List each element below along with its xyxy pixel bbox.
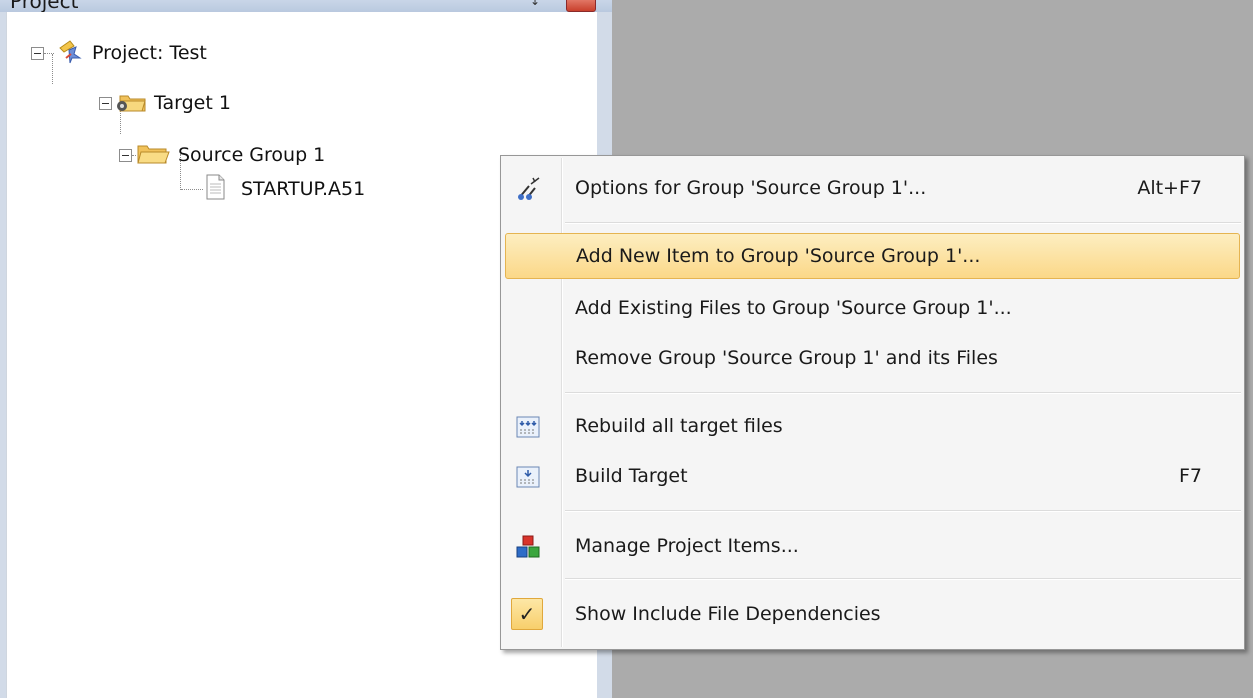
tree-item-label: Project: Test bbox=[92, 42, 207, 64]
menu-item-label: Rebuild all target files bbox=[575, 415, 783, 437]
target-folder-icon bbox=[114, 88, 148, 119]
menu-item-show-include-dependencies[interactable]: ✓ Show Include File Dependencies bbox=[503, 590, 1242, 638]
menu-item-label: Add Existing Files to Group 'Source Grou… bbox=[575, 297, 1012, 319]
menu-item-label: Show Include File Dependencies bbox=[575, 603, 881, 625]
tree-item-project[interactable]: Project: Test bbox=[31, 38, 207, 68]
menu-item-build-target[interactable]: Build Target F7 bbox=[503, 452, 1242, 500]
project-icon bbox=[54, 38, 84, 69]
collapse-icon[interactable] bbox=[99, 96, 112, 110]
menu-item-options-for-group[interactable]: Options for Group 'Source Group 1'... Al… bbox=[503, 164, 1242, 212]
menu-separator bbox=[565, 222, 1241, 224]
menu-item-label: Remove Group 'Source Group 1' and its Fi… bbox=[575, 347, 998, 369]
tree-item-label: STARTUP.A51 bbox=[241, 178, 366, 200]
tree-item-file[interactable]: STARTUP.A51 bbox=[181, 174, 365, 204]
menu-item-label: Add New Item to Group 'Source Group 1'..… bbox=[576, 245, 981, 267]
checkmark-icon: ✓ bbox=[511, 598, 543, 630]
panel-title: Project bbox=[10, 0, 79, 12]
group-options-icon bbox=[515, 176, 540, 200]
tree-item-label: Target 1 bbox=[154, 92, 231, 114]
context-menu: Options for Group 'Source Group 1'... Al… bbox=[500, 155, 1245, 650]
menu-item-add-existing-files[interactable]: Add Existing Files to Group 'Source Grou… bbox=[503, 284, 1242, 332]
tree-item-target[interactable]: Target 1 bbox=[99, 88, 231, 118]
menu-item-manage-project-items[interactable]: Manage Project Items... bbox=[503, 522, 1242, 570]
build-icon bbox=[515, 464, 540, 488]
menu-separator bbox=[565, 578, 1241, 580]
folder-icon bbox=[136, 140, 170, 171]
file-icon bbox=[203, 173, 227, 206]
collapse-icon[interactable] bbox=[31, 46, 44, 60]
menu-item-shortcut: F7 bbox=[1178, 465, 1202, 487]
menu-item-label: Build Target bbox=[575, 465, 688, 487]
menu-item-add-new-item[interactable]: Add New Item to Group 'Source Group 1'..… bbox=[505, 233, 1240, 279]
menu-separator bbox=[565, 510, 1241, 512]
pin-icon[interactable]: ↓ bbox=[530, 0, 540, 8]
rebuild-icon bbox=[515, 414, 540, 438]
collapse-icon[interactable] bbox=[119, 148, 132, 162]
manage-items-icon bbox=[515, 534, 540, 558]
panel-header: Project ↓ bbox=[0, 0, 612, 12]
close-icon[interactable] bbox=[566, 0, 596, 12]
tree-item-label: Source Group 1 bbox=[178, 144, 326, 166]
menu-item-shortcut: Alt+F7 bbox=[1137, 177, 1202, 199]
menu-item-label: Options for Group 'Source Group 1'... bbox=[575, 177, 927, 199]
menu-item-rebuild-all[interactable]: Rebuild all target files bbox=[503, 402, 1242, 450]
menu-item-remove-group[interactable]: Remove Group 'Source Group 1' and its Fi… bbox=[503, 334, 1242, 382]
menu-separator bbox=[565, 392, 1241, 394]
menu-item-label: Manage Project Items... bbox=[575, 535, 799, 557]
tree-item-source-group[interactable]: Source Group 1 bbox=[119, 140, 325, 170]
